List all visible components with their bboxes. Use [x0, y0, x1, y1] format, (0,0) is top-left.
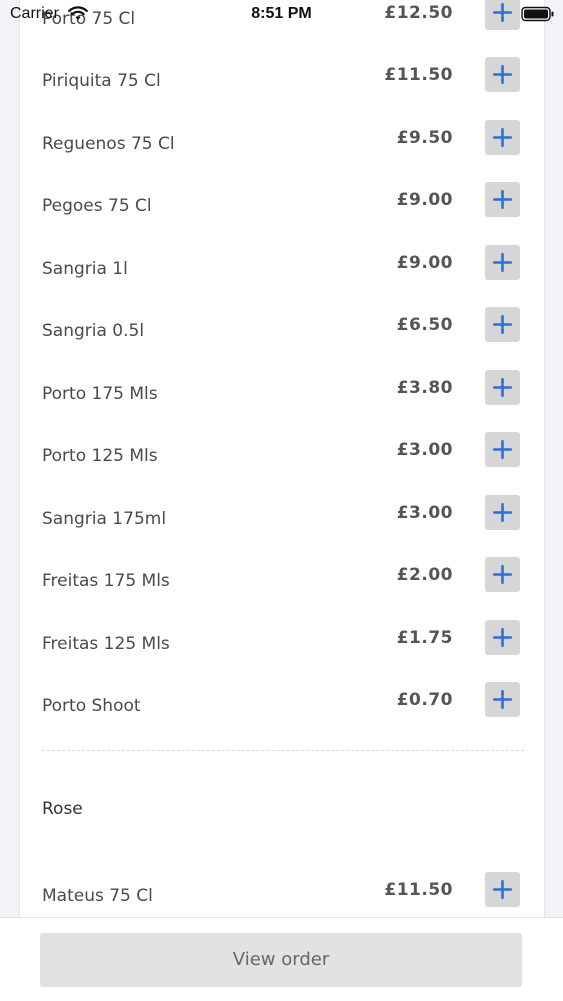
- menu-item-name: Pegoes 75 Cl: [42, 196, 152, 216]
- menu-item-price: £9.50: [396, 128, 453, 148]
- menu-item-name: Reguenos 75 Cl: [42, 134, 175, 154]
- add-item-button[interactable]: [485, 307, 520, 342]
- menu-item-price: £9.00: [396, 190, 453, 210]
- add-item-button[interactable]: [485, 432, 520, 467]
- menu-item-price: £11.50: [384, 65, 453, 85]
- menu-item-price: £1.75: [396, 628, 453, 648]
- status-time: 8:51 PM: [251, 5, 312, 22]
- status-bar: Carrier 8:51 PM: [0, 0, 563, 30]
- menu-item: Pegoes 75 Cl £9.00: [20, 175, 544, 237]
- add-item-button[interactable]: [485, 682, 520, 717]
- menu-item: Freitas 175 Mls £2.00: [20, 550, 544, 612]
- add-item-button[interactable]: [485, 245, 520, 280]
- menu-item-name: Porto Shoot: [42, 696, 141, 716]
- section-divider: [42, 750, 524, 751]
- menu-item-price: £9.00: [396, 253, 453, 273]
- menu-item-name: Freitas 175 Mls: [42, 571, 170, 591]
- bottom-bar: View order: [0, 917, 563, 1001]
- add-item-button[interactable]: [485, 57, 520, 92]
- add-item-button[interactable]: [485, 370, 520, 405]
- menu-item: Piriquita 75 Cl £11.50: [20, 50, 544, 112]
- menu-item: Mateus 75 Cl £11.50: [20, 865, 544, 920]
- add-item-button[interactable]: [485, 182, 520, 217]
- add-item-button[interactable]: [485, 120, 520, 155]
- menu-item-name: Porto 125 Mls: [42, 446, 158, 466]
- menu-item: Freitas 125 Mls £1.75: [20, 613, 544, 675]
- menu-item: Porto Shoot £0.70: [20, 675, 544, 737]
- menu-item-price: £6.50: [396, 315, 453, 335]
- add-item-button[interactable]: [485, 872, 520, 907]
- view-order-button[interactable]: View order: [40, 933, 522, 987]
- menu-item-price: £0.70: [396, 690, 453, 710]
- menu-item-price: £11.50: [384, 880, 453, 900]
- menu-item: Sangria 175ml £3.00: [20, 488, 544, 550]
- menu-card: Porto 75 Cl £12.50 Piriquita 75 Cl £11.50 Re…: [19, 0, 545, 920]
- menu-item-name: Porto 175 Mls: [42, 384, 158, 404]
- add-item-button[interactable]: [485, 557, 520, 592]
- add-item-button[interactable]: [485, 620, 520, 655]
- menu-item-price: £3.00: [396, 503, 453, 523]
- menu-item: Porto 125 Mls £3.00: [20, 425, 544, 487]
- menu-item-name: Freitas 125 Mls: [42, 634, 170, 654]
- menu-item: Reguenos 75 Cl £9.50: [20, 113, 544, 175]
- menu-item-name: Piriquita 75 Cl: [42, 71, 161, 91]
- add-item-button[interactable]: [485, 495, 520, 530]
- menu-item: Porto 175 Mls £3.80: [20, 363, 544, 425]
- menu-item-price: £2.00: [396, 565, 453, 585]
- menu-item: Sangria 0.5l £6.50: [20, 300, 544, 362]
- menu-item-name: Sangria 0.5l: [42, 321, 145, 341]
- menu-item-price: £3.80: [396, 378, 453, 398]
- menu-item-name: Mateus 75 Cl: [42, 886, 153, 906]
- section-heading-rose: Rose: [42, 799, 83, 819]
- menu-item-name: Sangria 1l: [42, 259, 128, 279]
- menu-item-name: Sangria 175ml: [42, 509, 167, 529]
- battery-icon: [521, 6, 555, 26]
- menu-item-price: £3.00: [396, 440, 453, 460]
- menu-item: Sangria 1l £9.00: [20, 238, 544, 300]
